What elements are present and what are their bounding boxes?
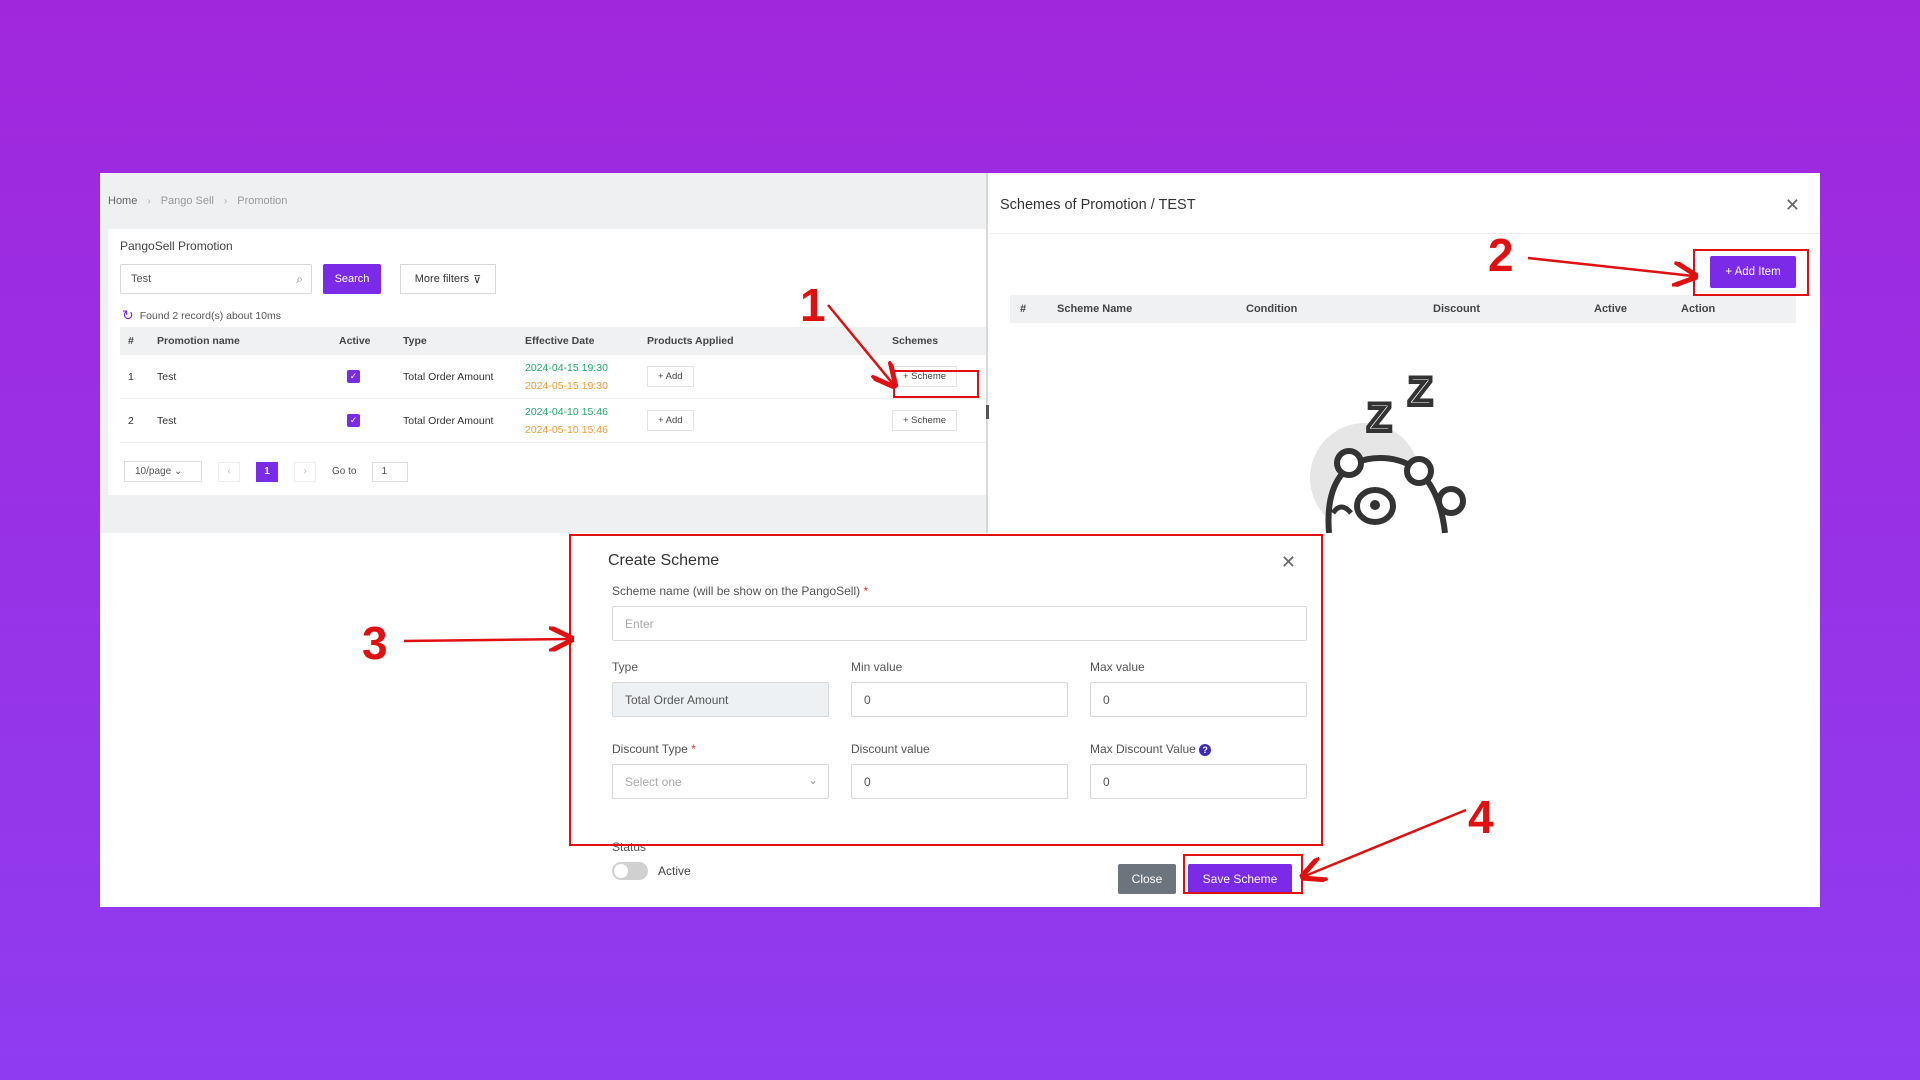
table-row: 1 Test ✓ Total Order Amount 2024-04-15 1…: [120, 355, 986, 399]
breadcrumb-separator: ›: [147, 195, 151, 207]
col-header: #: [128, 335, 134, 347]
breadcrumb: Home › Pango Sell › Promotion: [108, 195, 287, 207]
more-filters-label: More filters: [414, 273, 470, 285]
end-date: 2024-05-15 19:30: [525, 379, 608, 392]
col-header: Scheme Name: [1057, 303, 1133, 315]
table-row: 2 Test ✓ Total Order Amount 2024-04-10 1…: [120, 399, 986, 443]
chevron-down-icon: ⌄: [173, 466, 183, 477]
col-header: Condition: [1246, 303, 1298, 315]
start-date: 2024-04-10 15:46: [525, 405, 608, 418]
goto-input[interactable]: 1: [372, 461, 409, 482]
active-checkbox[interactable]: ✓: [347, 414, 360, 427]
add-scheme-button[interactable]: + Scheme: [892, 410, 958, 431]
col-header: #: [1020, 303, 1027, 315]
promotion-type: Total Order Amount: [403, 414, 494, 427]
page-size-value: 10/page: [135, 466, 172, 477]
card-title: PangoSell Promotion: [120, 239, 233, 253]
add-products-button[interactable]: + Add: [647, 410, 694, 431]
svg-text:Z: Z: [1367, 396, 1391, 440]
active-cell: ✓: [339, 414, 403, 427]
toggle-knob: [614, 864, 628, 878]
prev-page-button[interactable]: ‹: [218, 461, 240, 482]
search-icon: ⌕: [296, 272, 303, 286]
annotation-number-1: 1: [800, 279, 826, 331]
close-button[interactable]: Close: [1118, 864, 1176, 894]
active-toggle[interactable]: [612, 862, 648, 880]
annotation-box-1: [893, 370, 979, 398]
search-button[interactable]: Search: [323, 264, 381, 294]
page-size-select[interactable]: 10/page ⌄: [124, 461, 202, 482]
row-number: 2: [128, 414, 134, 427]
search-input[interactable]: Test ⌕: [120, 264, 312, 294]
products-cell: + Add: [647, 410, 892, 431]
annotation-box-3: [569, 534, 1323, 846]
breadcrumb-separator: ›: [223, 195, 228, 207]
refresh-icon[interactable]: ↻: [122, 307, 134, 324]
found-text: Found 2 record(s) about 10ms: [139, 309, 281, 322]
search-value: Test: [131, 273, 152, 285]
result-info: ↻ Found 2 record(s) about 10ms: [122, 307, 281, 324]
breadcrumb-promotion: Promotion: [237, 195, 288, 207]
annotation-number-2: 2: [1488, 229, 1514, 281]
close-icon[interactable]: ✕: [1785, 195, 1800, 216]
current-page[interactable]: 1: [256, 461, 278, 482]
promotion-name: Test: [157, 414, 177, 427]
breadcrumb-home[interactable]: Home: [108, 195, 137, 207]
active-label: Active: [658, 864, 691, 878]
col-header: Effective Date: [525, 335, 595, 347]
col-header: Type: [403, 335, 427, 347]
col-header: Discount: [1433, 303, 1481, 315]
active-cell: ✓: [339, 370, 403, 383]
col-header: Active: [339, 335, 371, 347]
annotation-box-4: [1183, 854, 1303, 894]
breadcrumb-pango-sell[interactable]: Pango Sell: [161, 195, 214, 207]
active-checkbox[interactable]: ✓: [347, 370, 360, 383]
promotion-name: Test: [157, 370, 177, 383]
goto-label: Go to: [332, 466, 357, 477]
col-header: Promotion name: [157, 335, 240, 347]
schemes-table-header: # Scheme Name Condition Discount Active …: [1010, 295, 1796, 323]
end-date: 2024-05-10 15:46: [525, 423, 608, 436]
schemes-cell: + Scheme: [892, 410, 986, 431]
filter-icon: ⊽: [473, 273, 482, 286]
promotion-card: PangoSell Promotion Test ⌕ Search More f…: [108, 229, 986, 495]
svg-text:Z: Z: [1408, 370, 1432, 414]
products-cell: + Add: [647, 366, 892, 387]
empty-state-illustration: Z Z: [1310, 368, 1466, 533]
promotion-list-panel: Home › Pango Sell › Promotion PangoSell …: [100, 173, 989, 533]
annotation-number-4: 4: [1468, 791, 1494, 843]
annotation-box-2: [1693, 249, 1809, 296]
col-header: Schemes: [892, 335, 939, 347]
next-page-button[interactable]: ›: [294, 461, 316, 482]
table-header: # Promotion name Active Type Effective D…: [120, 327, 986, 355]
start-date: 2024-04-15 19:30: [525, 361, 608, 374]
drawer-title: Schemes of Promotion / TEST: [1000, 197, 1196, 213]
col-header: Active: [1594, 303, 1628, 315]
row-number: 1: [128, 370, 134, 383]
annotation-number-3: 3: [362, 617, 388, 669]
promotion-table: # Promotion name Active Type Effective D…: [120, 327, 986, 443]
pagination: 10/page ⌄ ‹ 1 › Go to 1: [124, 461, 409, 482]
col-header: Products Applied: [647, 335, 734, 347]
divider: [990, 233, 1820, 234]
more-filters-button[interactable]: More filters ⊽: [400, 264, 496, 294]
promotion-type: Total Order Amount: [403, 370, 494, 383]
add-products-button[interactable]: + Add: [647, 366, 694, 387]
col-header: Action: [1681, 303, 1716, 315]
effective-date: 2024-04-15 19:30 2024-05-15 19:30: [525, 359, 647, 395]
effective-date: 2024-04-10 15:46 2024-05-10 15:46: [525, 403, 647, 439]
scroll-handle[interactable]: [986, 405, 989, 419]
